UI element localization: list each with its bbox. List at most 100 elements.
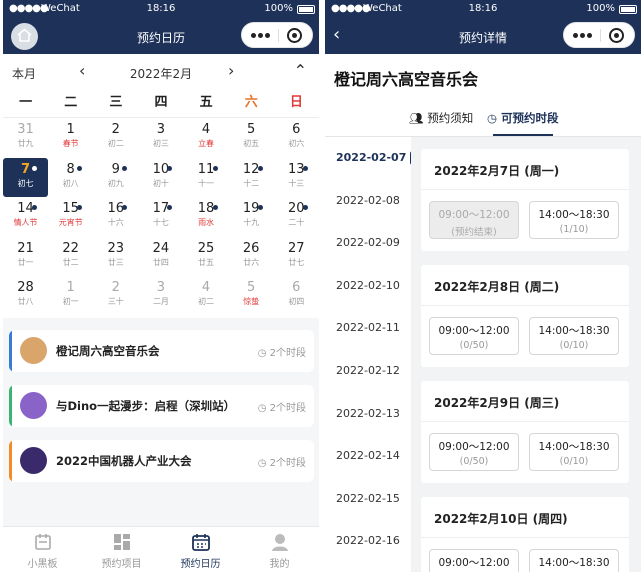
lunar-label: 初二 [198, 297, 215, 306]
calendar-day[interactable]: 26 廿六 [229, 237, 274, 277]
event-card[interactable]: 2022中国机器人产业大会 ◷ 2个时段 [9, 440, 314, 482]
event-name: 2022中国机器人产业大会 [56, 454, 192, 468]
calendar-day[interactable]: 22 廿二 [48, 237, 93, 277]
more-button[interactable] [573, 33, 592, 38]
event-card[interactable]: 橙记周六高空音乐会 ◷ 2个时段 [9, 330, 314, 372]
calendar-day[interactable]: 18 雨水 [184, 197, 229, 237]
calendar-day[interactable]: 13 十三 [274, 158, 319, 198]
battery-label: 100% [264, 3, 293, 14]
date-item[interactable]: 2022-02-15 [325, 478, 411, 521]
calendar-day[interactable]: 7 初七 [3, 157, 49, 197]
lunar-label: 初四 [288, 297, 305, 306]
calendar-day[interactable]: 23 廿三 [93, 237, 138, 277]
calendar-day[interactable]: 3 初三 [138, 118, 183, 158]
calendar-day[interactable]: 15 元宵节 [48, 197, 93, 237]
time-slot-button[interactable]: 09:00～12:00 (0/50) [429, 433, 519, 471]
calendar-day[interactable]: 12 十二 [229, 158, 274, 198]
lunar-label: 廿二 [62, 257, 79, 267]
lunar-label: 廿七 [288, 257, 305, 267]
close-miniprogram-button[interactable] [609, 28, 624, 43]
board-icon [34, 534, 51, 550]
calendar-day[interactable]: 4 初二 [184, 276, 229, 316]
tab-available-slots[interactable]: ◷ 可预约时段 [487, 110, 559, 136]
date-item[interactable]: 2022-02-14 [325, 435, 411, 478]
slot-time: 09:00～12:00 [438, 557, 510, 569]
calendar-day[interactable]: 11 十一 [184, 158, 229, 198]
calendar-day[interactable]: 19 十九 [229, 197, 274, 237]
calendar-day[interactable]: 24 廿四 [138, 237, 183, 277]
calendar-day[interactable]: 14 情人节 [3, 197, 48, 237]
calendar-day[interactable]: 21 廿一 [3, 237, 48, 277]
calendar-day[interactable]: 4 立春 [184, 118, 229, 158]
calendar-day[interactable]: 5 初五 [229, 118, 274, 158]
calendar-day[interactable]: 3 二月 [138, 276, 183, 316]
collapse-calendar-button[interactable]: ⌃ [294, 61, 307, 80]
event-title: 橙记周六高空音乐会 [334, 70, 479, 89]
day-slot-card: 2022年2月10日 (周四) 09:00～12:00 14:00～18:30 [421, 497, 629, 572]
day-number: 24 [152, 240, 170, 256]
calendar-day[interactable]: 16 十六 [93, 197, 138, 237]
tab-projects[interactable]: 预约项目 [82, 527, 161, 572]
time-slot-button[interactable]: 14:00～18:30 (0/10) [529, 317, 619, 355]
time-slot-button[interactable]: 09:00～12:00 [429, 549, 519, 572]
slot-capacity: (0/50) [459, 340, 489, 351]
more-button[interactable] [251, 33, 270, 38]
calendar-day[interactable]: 20 二十 [274, 197, 319, 237]
calendar-day[interactable]: 31 廿九 [3, 118, 48, 158]
next-month-button[interactable]: › [228, 61, 234, 80]
day-number: 19 [242, 201, 260, 216]
calendar-day[interactable]: 2 初二 [93, 118, 138, 158]
lunar-label: 雨水 [198, 218, 215, 227]
close-miniprogram-button[interactable] [287, 28, 302, 43]
tab-board[interactable]: 小黑板 [3, 527, 82, 572]
has-event-dot [212, 165, 218, 171]
date-item[interactable]: 2022-02-12 [325, 350, 411, 393]
calendar-day[interactable]: 6 初六 [274, 118, 319, 158]
calendar-day[interactable]: 1 初一 [48, 276, 93, 316]
calendar-day[interactable]: 10 初十 [138, 158, 183, 198]
date-item[interactable]: 2022-02-08 [325, 180, 411, 223]
tab-calendar[interactable]: 预约日历 [161, 527, 240, 572]
calendar: 本月 ‹ 2022年2月 › ⌃ 一 二 三 四 五 六 日 31 廿九 1 春节 2 初… [3, 54, 319, 318]
tab-booking-notice[interactable]: 👥︎ 预约须知 [409, 110, 473, 126]
tab-mine[interactable]: 我的 [240, 527, 319, 572]
day-number: 3 [156, 122, 166, 137]
date-item[interactable]: 2022-02-07 [325, 137, 415, 180]
calendar-day[interactable]: 2 三十 [93, 276, 138, 316]
event-list: 橙记周六高空音乐会 ◷ 2个时段 与Dino一起漫步：启程（深圳站） ◷ 2个时段 20… [9, 330, 314, 495]
calendar-day[interactable]: 28 廿八 [3, 276, 48, 316]
time-slot-button[interactable]: 14:00～18:30 (0/10) [529, 433, 619, 471]
date-item[interactable]: 2022-02-13 [325, 393, 411, 436]
time-slot-button[interactable]: 14:00～18:30 (1/10) [529, 201, 619, 239]
event-card[interactable]: 与Dino一起漫步：启程（深圳站） ◷ 2个时段 [9, 385, 314, 427]
time-slot-button[interactable]: 09:00～12:00 (0/50) [429, 317, 519, 355]
lunar-label: 十七 [152, 218, 169, 227]
calendar-day[interactable]: 5 惊蛰 [229, 276, 274, 316]
calendar-day[interactable]: 6 初四 [274, 276, 319, 316]
date-item[interactable]: 2022-02-09 [325, 222, 411, 265]
day-number: 4 [201, 280, 211, 295]
date-item[interactable]: 2022-02-10 [325, 265, 411, 308]
day-number: 20 [288, 201, 305, 216]
calendar-day[interactable]: 8 初八 [48, 158, 93, 198]
day-number: 1 [66, 122, 75, 137]
slot-capacity: (0/10) [559, 340, 589, 351]
date-item[interactable]: 2022-02-16 [325, 520, 411, 563]
calendar-day[interactable]: 1 春节 [48, 118, 93, 158]
lunar-label: 元宵节 [58, 218, 83, 227]
calendar-day[interactable]: 27 廿七 [274, 237, 319, 277]
slot-capacity: (1/10) [559, 224, 589, 235]
calendar-day[interactable]: 17 十七 [138, 197, 183, 237]
miniprogram-capsule [241, 22, 313, 48]
lunar-label: 立春 [198, 139, 215, 148]
slot-time: 14:00～18:30 [538, 209, 610, 221]
day-number: 12 [242, 161, 260, 177]
event-name: 橙记周六高空音乐会 [56, 344, 160, 358]
day-number: 26 [242, 240, 260, 256]
lunar-label: 惊蛰 [243, 297, 260, 306]
time-slot-button[interactable]: 14:00～18:30 [529, 549, 619, 572]
nav-bar: 预约日历 [3, 18, 319, 54]
date-item[interactable]: 2022-02-11 [325, 307, 411, 350]
calendar-day[interactable]: 25 廿五 [184, 237, 229, 277]
calendar-day[interactable]: 9 初九 [93, 158, 138, 198]
